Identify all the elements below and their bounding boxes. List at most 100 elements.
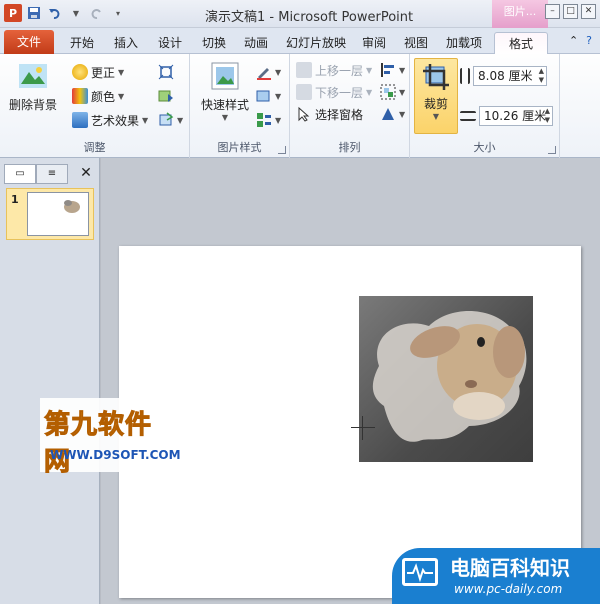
bring-forward-button[interactable]: 上移一层 ▼ bbox=[296, 60, 372, 80]
customize-qat-icon[interactable]: ▾ bbox=[109, 4, 127, 22]
thumbnail-rabbit-image bbox=[64, 200, 80, 213]
group-size: 裁剪 ▼ 8.08 厘米 ▲ ▼ 10.26 厘米 ▲ ▼ 大小 bbox=[410, 54, 560, 158]
crosshair-cursor-icon bbox=[351, 416, 375, 440]
remove-background-label: 删除背景 bbox=[8, 98, 57, 112]
reset-picture-button[interactable]: ▼ bbox=[158, 110, 183, 130]
ribbon-tabs: 文件 开始 插入 设计 切换 动画 幻灯片放映 审阅 视图 加载项 格式 ⌃ ? bbox=[0, 28, 600, 55]
crop-button[interactable]: 裁剪 ▼ bbox=[414, 58, 458, 134]
slides-tab-icon[interactable]: ▭ bbox=[4, 164, 36, 184]
rabbit-image bbox=[372, 311, 527, 442]
remove-background-button[interactable]: 删除背景 bbox=[6, 60, 60, 113]
tab-review[interactable]: 审阅 bbox=[354, 32, 394, 54]
picture-tools-context-title: 图片... bbox=[492, 0, 548, 28]
picture-border-button[interactable]: ▼ bbox=[256, 62, 281, 82]
tab-slideshow[interactable]: 幻灯片放映 bbox=[278, 32, 354, 54]
monitor-icon bbox=[402, 558, 438, 586]
minimize-button[interactable]: – bbox=[545, 4, 560, 19]
tab-addins[interactable]: 加载项 bbox=[438, 32, 490, 54]
pc-daily-watermark: 电脑百科知识 www.pc-daily.com bbox=[392, 548, 600, 604]
picture-effects-icon bbox=[256, 90, 270, 102]
corrections-button[interactable]: 更正 ▼ bbox=[72, 62, 124, 82]
color-dropdown-icon: ▼ bbox=[118, 91, 125, 101]
change-picture-button[interactable] bbox=[158, 86, 174, 106]
corrections-icon bbox=[72, 64, 88, 80]
outline-tab-icon[interactable]: ≡ bbox=[36, 164, 68, 184]
undo-dropdown-icon[interactable]: ▼ bbox=[67, 4, 85, 22]
redo-icon[interactable] bbox=[88, 4, 106, 22]
save-icon[interactable] bbox=[25, 4, 43, 22]
tab-home[interactable]: 开始 bbox=[62, 32, 102, 54]
height-input[interactable]: 8.08 厘米 ▲ ▼ bbox=[473, 66, 547, 86]
send-backward-button[interactable]: 下移一层 ▼ bbox=[296, 82, 372, 102]
rotate-dropdown-icon: ▼ bbox=[399, 109, 406, 119]
align-dropdown-icon: ▼ bbox=[399, 65, 406, 75]
color-button[interactable]: 颜色 ▼ bbox=[72, 86, 124, 106]
group-objects-button[interactable]: ▼ bbox=[380, 82, 405, 102]
height-value: 8.08 厘米 bbox=[478, 69, 533, 83]
height-spin-arrows-icon[interactable]: ▲ ▼ bbox=[539, 67, 544, 85]
picture-effects-button[interactable]: ▼ bbox=[256, 86, 281, 106]
slide-number: 1 bbox=[11, 193, 19, 206]
slides-pane: ▭ ≡ ✕ 1 bbox=[0, 158, 100, 604]
window-title: 演示文稿1 - Microsoft PowerPoint bbox=[205, 10, 414, 25]
compress-pictures-button[interactable] bbox=[158, 62, 174, 82]
width-input[interactable]: 10.26 厘米 ▲ ▼ bbox=[479, 106, 553, 126]
pc-daily-watermark-url: www.pc-daily.com bbox=[454, 582, 563, 596]
undo-icon[interactable] bbox=[46, 4, 64, 22]
corrections-dropdown-icon: ▼ bbox=[118, 67, 125, 77]
d9soft-watermark-url: WWW.D9SOFT.COM bbox=[50, 448, 181, 462]
selection-pane-icon bbox=[298, 106, 310, 122]
align-button[interactable]: ▼ bbox=[380, 60, 405, 80]
tab-format[interactable]: 格式 bbox=[494, 32, 548, 55]
ribbon-help-area: ⌃ ? bbox=[569, 34, 592, 47]
d9soft-watermark-title: 第九软件网 bbox=[44, 410, 153, 478]
width-spin-arrows-icon[interactable]: ▲ ▼ bbox=[545, 107, 550, 125]
selection-pane-label: 选择窗格 bbox=[315, 107, 364, 122]
tab-view[interactable]: 视图 bbox=[396, 32, 436, 54]
tab-insert[interactable]: 插入 bbox=[106, 32, 146, 54]
size-launcher-icon[interactable] bbox=[548, 146, 556, 154]
group-picture-styles: 快速样式 ▼ ▼ ▼ ▼ 图片样式 bbox=[190, 54, 290, 158]
group-objects-icon bbox=[380, 84, 396, 100]
change-picture-icon bbox=[158, 90, 173, 102]
picture-styles-launcher-icon[interactable] bbox=[278, 146, 286, 154]
crop-icon bbox=[423, 64, 449, 90]
picture-border-icon bbox=[257, 68, 271, 80]
rabbit-picture[interactable] bbox=[359, 296, 533, 462]
minimize-ribbon-icon[interactable]: ⌃ bbox=[569, 34, 578, 47]
ribbon: 删除背景 更正 ▼ 颜色 ▼ 艺术效果 ▼ ▼ 调整 快速样式 ▼ ▼ ▼ ▼ … bbox=[0, 54, 600, 158]
window-controls: – □ ✕ bbox=[545, 4, 596, 19]
powerpoint-app-icon[interactable]: P bbox=[4, 4, 22, 22]
maximize-button[interactable]: □ bbox=[563, 4, 578, 19]
artistic-effects-button[interactable]: 艺术效果 ▼ bbox=[72, 110, 148, 130]
group-adjust-label: 调整 bbox=[83, 141, 106, 154]
tab-design[interactable]: 设计 bbox=[150, 32, 190, 54]
quick-styles-button[interactable]: 快速样式 ▼ bbox=[194, 60, 256, 122]
slide-thumbnail-selected[interactable]: 1 bbox=[6, 188, 94, 240]
d9soft-watermark: 第九软件网 WWW.D9SOFT.COM bbox=[40, 398, 181, 478]
effects-dropdown-icon: ▼ bbox=[275, 91, 282, 101]
close-button[interactable]: ✕ bbox=[581, 4, 596, 19]
pane-tabs: ▭ ≡ ✕ bbox=[4, 164, 96, 184]
help-icon[interactable]: ? bbox=[586, 34, 592, 47]
slide-canvas[interactable] bbox=[119, 246, 581, 598]
rotate-icon bbox=[382, 108, 394, 120]
height-spinner: 8.08 厘米 ▲ ▼ bbox=[460, 66, 547, 86]
slide-workspace bbox=[101, 158, 600, 604]
quick-styles-icon bbox=[211, 62, 239, 90]
tab-transitions[interactable]: 切换 bbox=[194, 32, 234, 54]
border-dropdown-icon: ▼ bbox=[275, 67, 282, 77]
picture-layout-button[interactable]: ▼ bbox=[256, 110, 281, 130]
group-dropdown-icon: ▼ bbox=[399, 87, 406, 97]
group-picture-styles-label: 图片样式 bbox=[217, 141, 262, 154]
pc-daily-watermark-title: 电脑百科知识 bbox=[450, 556, 570, 580]
crop-dropdown-icon: ▼ bbox=[432, 112, 440, 121]
rotate-button[interactable]: ▼ bbox=[380, 104, 405, 124]
close-pane-icon[interactable]: ✕ bbox=[76, 164, 96, 184]
color-label: 颜色 bbox=[91, 89, 116, 104]
tab-animations[interactable]: 动画 bbox=[236, 32, 276, 54]
group-adjust: 删除背景 更正 ▼ 颜色 ▼ 艺术效果 ▼ ▼ 调整 bbox=[0, 54, 190, 158]
selection-pane-button[interactable]: 选择窗格 bbox=[296, 104, 363, 124]
tab-file[interactable]: 文件 bbox=[4, 30, 54, 54]
picture-layout-icon bbox=[257, 113, 271, 127]
